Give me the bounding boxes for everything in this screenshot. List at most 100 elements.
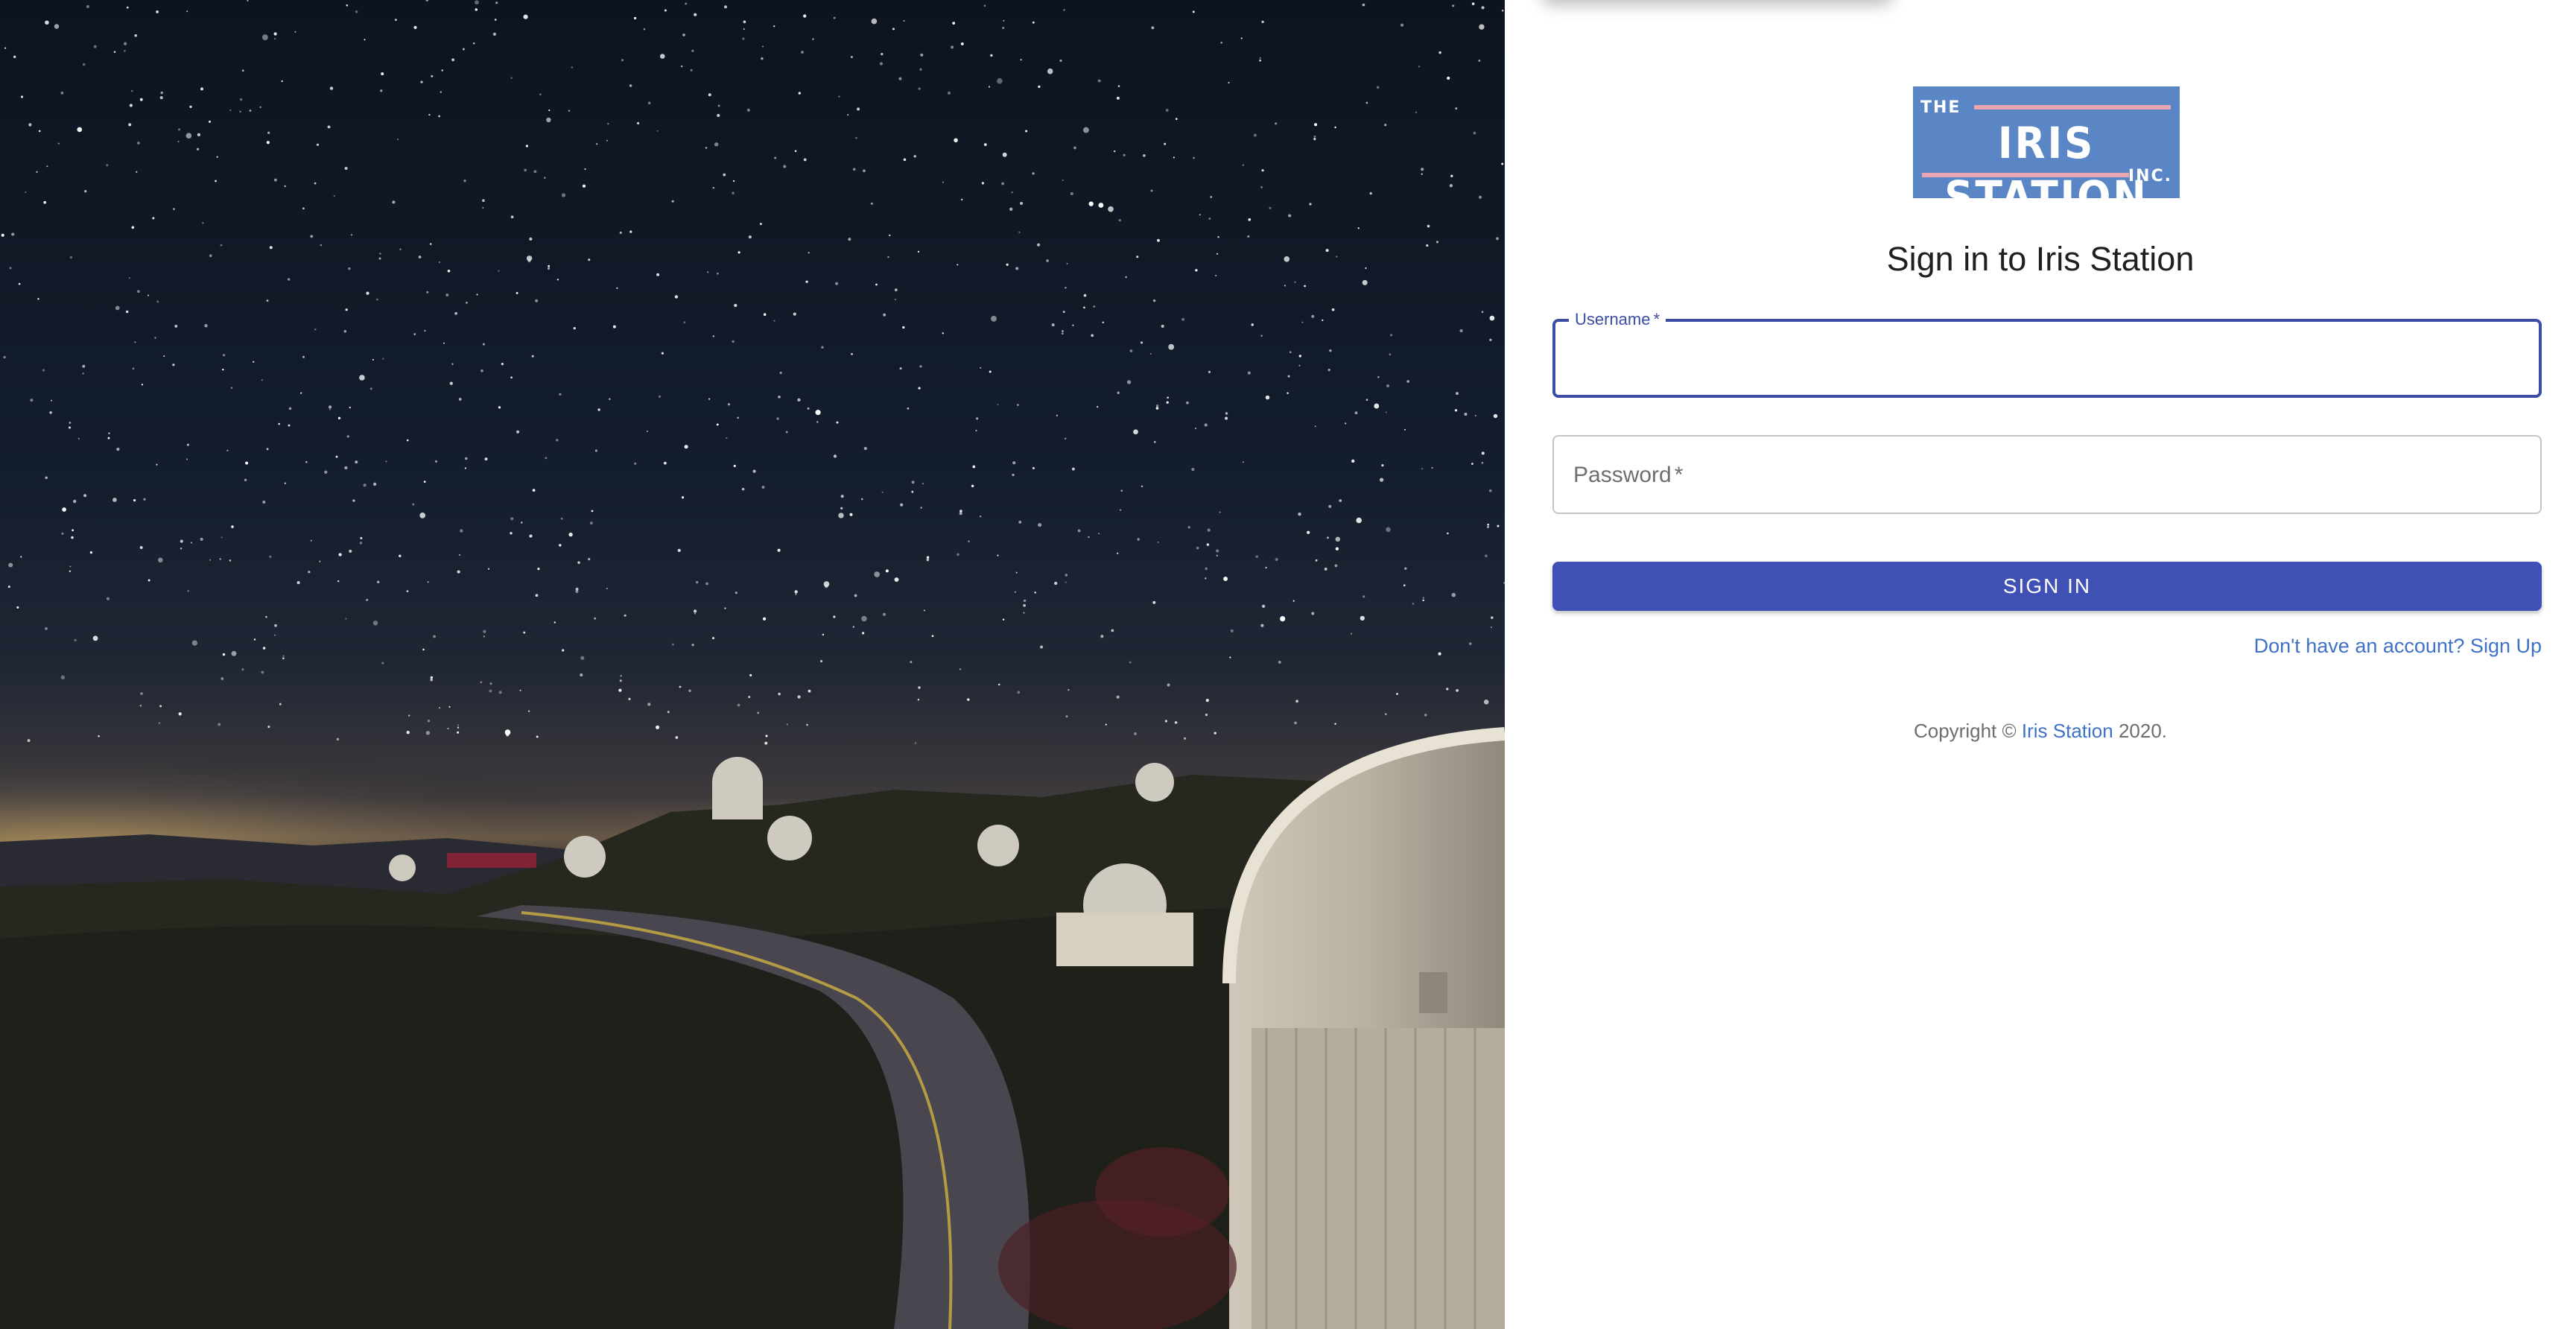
star — [1251, 323, 1254, 326]
star — [761, 486, 765, 489]
star — [349, 549, 352, 553]
star — [1032, 172, 1035, 175]
star — [423, 480, 426, 483]
star — [854, 594, 857, 597]
star — [849, 513, 853, 516]
star — [1265, 395, 1270, 400]
star — [72, 529, 74, 532]
star — [957, 264, 959, 266]
sign-up-link[interactable]: Don't have an account? Sign Up — [2254, 635, 2542, 658]
star — [1284, 285, 1287, 287]
star — [816, 421, 819, 423]
star — [521, 521, 523, 524]
star — [734, 303, 737, 308]
star — [510, 376, 513, 378]
star — [1479, 195, 1482, 199]
password-input[interactable] — [1554, 437, 2540, 513]
star — [510, 517, 514, 521]
star — [463, 180, 466, 183]
star — [343, 330, 346, 333]
sign-in-button[interactable]: SIGN IN — [1552, 562, 2542, 611]
star — [1426, 244, 1429, 247]
star — [46, 165, 48, 168]
star — [475, 0, 479, 5]
star — [863, 446, 867, 451]
star — [355, 460, 358, 464]
star — [1377, 375, 1380, 378]
star — [1481, 311, 1484, 313]
star — [310, 235, 314, 238]
username-field[interactable]: Username * — [1552, 310, 2542, 398]
star — [1362, 3, 1365, 7]
star — [1335, 547, 1339, 551]
star — [418, 256, 422, 258]
star — [805, 280, 808, 283]
star — [1275, 122, 1278, 125]
star — [708, 398, 711, 400]
star — [266, 448, 269, 451]
star — [363, 483, 367, 487]
star — [16, 606, 19, 609]
star — [1468, 642, 1472, 645]
star — [1471, 463, 1473, 465]
star — [1020, 59, 1022, 61]
star — [902, 326, 905, 329]
star — [942, 181, 945, 183]
star — [1088, 536, 1090, 539]
star — [1474, 414, 1476, 416]
star — [241, 668, 244, 671]
star — [656, 273, 660, 276]
star — [422, 648, 425, 651]
star — [840, 495, 844, 498]
star — [83, 63, 86, 66]
star — [1175, 118, 1178, 120]
star — [123, 42, 127, 45]
star — [989, 370, 992, 373]
star — [1063, 9, 1065, 11]
iris-station-link[interactable]: Iris Station — [2022, 720, 2113, 742]
star — [658, 395, 662, 399]
star — [664, 9, 667, 12]
star — [136, 171, 138, 173]
star — [1487, 525, 1489, 528]
star — [1313, 137, 1316, 141]
page-title: Sign in to Iris Station — [1886, 240, 2195, 278]
star — [972, 465, 976, 469]
star — [1488, 489, 1492, 492]
star — [314, 182, 317, 185]
star — [1490, 626, 1493, 629]
star — [266, 299, 269, 302]
star — [419, 513, 426, 518]
star — [359, 542, 363, 545]
star — [629, 230, 632, 233]
star — [1020, 202, 1024, 205]
username-input[interactable] — [1555, 322, 2539, 395]
star — [732, 340, 735, 343]
star — [1501, 9, 1504, 12]
star — [717, 272, 719, 275]
star — [1421, 173, 1423, 175]
star — [13, 55, 16, 58]
star — [737, 251, 740, 254]
star — [954, 138, 958, 143]
star — [980, 516, 982, 518]
star — [871, 18, 878, 25]
star — [1204, 423, 1208, 427]
star — [616, 287, 618, 289]
star — [691, 49, 694, 53]
star — [997, 403, 999, 406]
password-field[interactable]: Password * — [1552, 435, 2542, 514]
star — [907, 407, 910, 410]
star — [693, 609, 697, 613]
star — [997, 77, 1003, 84]
star — [1070, 192, 1073, 195]
star — [429, 243, 432, 245]
star — [25, 191, 27, 194]
star — [420, 80, 423, 83]
star — [685, 2, 688, 5]
star — [1362, 595, 1365, 598]
star — [1102, 321, 1104, 323]
star — [1117, 552, 1119, 554]
star — [548, 110, 551, 112]
star — [329, 408, 331, 410]
